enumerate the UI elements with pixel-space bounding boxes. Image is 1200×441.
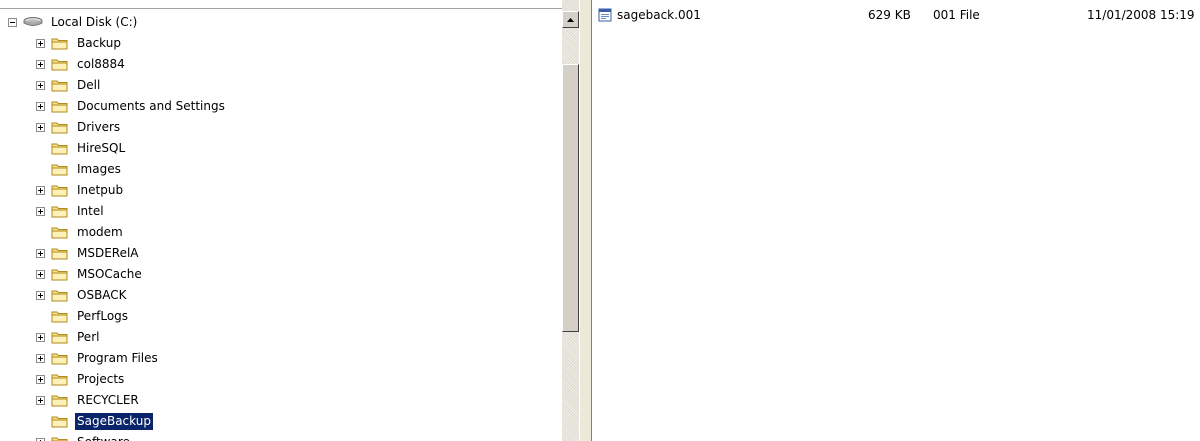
tree-item-modem[interactable]: modem <box>36 222 125 242</box>
tree-item-label: modem <box>77 224 123 239</box>
tree-item-msocache[interactable]: MSOCache <box>36 264 144 284</box>
expand-toggle-icon[interactable] <box>36 437 45 441</box>
tree-item-label: Drivers <box>77 119 121 134</box>
expand-toggle-icon[interactable] <box>36 332 45 342</box>
folder-icon <box>51 80 68 91</box>
tree-item-label: MSDERelA <box>77 245 139 260</box>
folder-icon <box>51 311 68 322</box>
folder-icon <box>51 185 68 196</box>
folder-icon <box>51 437 68 441</box>
tree-item-label: Intel <box>77 203 104 218</box>
tree-item-label: Software <box>75 434 132 441</box>
expand-toggle-icon[interactable] <box>36 395 45 405</box>
expand-toggle-icon[interactable] <box>36 206 45 216</box>
tree-item-drivers[interactable]: Drivers <box>36 117 122 137</box>
folder-icon <box>51 248 68 259</box>
expand-toggle-icon[interactable] <box>36 38 45 48</box>
expand-toggle-icon[interactable] <box>36 374 45 384</box>
collapse-toggle-icon[interactable] <box>8 17 17 27</box>
file-modified: 11/01/2008 15:19 <box>1087 8 1195 22</box>
expand-toggle-icon[interactable] <box>36 290 45 300</box>
folder-tree[interactable]: Local Disk (C:) Backup col8884 Dell Documen… <box>0 0 562 441</box>
tree-item-osback[interactable]: OSBACK <box>36 285 129 305</box>
file-row[interactable]: sageback.001 629 KB 001 File 11/01/2008 … <box>592 6 1200 24</box>
tree-item-msderela[interactable]: MSDERelA <box>36 243 141 263</box>
tree-item-sagebackup[interactable]: SageBackup <box>36 411 154 431</box>
tree-item-label: Local Disk (C:) <box>51 14 138 29</box>
tree-item-label: Dell <box>77 77 101 92</box>
scroll-up-button[interactable] <box>562 11 579 28</box>
tree-item-label: Program Files <box>77 350 158 365</box>
tree-item-label: Documents and Settings <box>77 98 225 113</box>
tree-item-intel[interactable]: Intel <box>36 201 106 221</box>
tree-item-label: HireSQL <box>77 140 126 155</box>
folder-icon <box>51 227 68 238</box>
scroll-up-arrow-icon <box>567 17 574 22</box>
folder-icon <box>51 395 68 406</box>
file-type: 001 File <box>933 8 980 22</box>
file-list[interactable]: sageback.001 629 KB 001 File 11/01/2008 … <box>592 0 1200 441</box>
folder-icon <box>51 332 68 343</box>
tree-item-label: OSBACK <box>77 287 127 302</box>
tree-item-label: col8884 <box>77 56 125 71</box>
tree-item-inetpub[interactable]: Inetpub <box>36 180 125 200</box>
tree-item-projects[interactable]: Projects <box>36 369 126 389</box>
expand-toggle-icon[interactable] <box>36 59 45 69</box>
tree-item-local-disk[interactable]: Local Disk (C:) <box>8 12 139 32</box>
tree-item-col8884[interactable]: col8884 <box>36 54 127 74</box>
tree-item-hiresql[interactable]: HireSQL <box>36 138 127 158</box>
folder-icon <box>51 269 68 280</box>
expand-toggle-icon[interactable] <box>36 80 45 90</box>
tree-item-label: MSOCache <box>77 266 142 281</box>
tree-item-backup[interactable]: Backup <box>36 33 123 53</box>
folder-icon <box>51 59 68 70</box>
folder-icon <box>51 416 68 427</box>
expand-toggle-icon[interactable] <box>36 185 45 195</box>
tree-item-software[interactable]: Software <box>36 432 132 441</box>
expand-toggle-icon[interactable] <box>36 101 45 111</box>
folder-icon <box>51 122 68 133</box>
tree-item-label: RECYCLER <box>77 392 139 407</box>
tree-item-label: Perl <box>77 329 100 344</box>
pane-splitter[interactable] <box>579 0 592 441</box>
file-name: sageback.001 <box>617 8 701 22</box>
expand-toggle-icon[interactable] <box>36 122 45 132</box>
tree-item-label: Backup <box>77 35 121 50</box>
folder-icon <box>51 164 68 175</box>
tree-item-label: Images <box>77 161 121 176</box>
folder-icon <box>51 101 68 112</box>
scrollbar-thumb[interactable] <box>562 64 579 332</box>
folder-icon <box>51 143 68 154</box>
tree-item-images[interactable]: Images <box>36 159 123 179</box>
folder-icon <box>51 206 68 217</box>
tree-item-dell[interactable]: Dell <box>36 75 102 95</box>
tree-item-program-files[interactable]: Program Files <box>36 348 160 368</box>
file-icon <box>598 8 612 22</box>
folder-icon <box>51 353 68 364</box>
expand-toggle-icon[interactable] <box>36 269 45 279</box>
tree-item-documents-and-settings[interactable]: Documents and Settings <box>36 96 227 116</box>
tree-item-label: Projects <box>77 371 125 386</box>
file-size: 629 KB <box>868 8 911 22</box>
expand-toggle-icon[interactable] <box>36 248 45 258</box>
tree-vertical-scrollbar[interactable] <box>562 0 579 441</box>
expand-toggle-icon[interactable] <box>36 353 45 363</box>
tree-item-label: Inetpub <box>77 182 124 197</box>
tree-item-label: SageBackup <box>74 411 154 431</box>
tree-item-recycler[interactable]: RECYCLER <box>36 390 141 410</box>
folder-icon <box>51 290 68 301</box>
tree-item-perl[interactable]: Perl <box>36 327 101 347</box>
tree-item-perflogs[interactable]: PerfLogs <box>36 306 130 326</box>
tree-top-border <box>0 8 562 9</box>
hard-drive-icon <box>23 17 43 26</box>
folder-icon <box>51 374 68 385</box>
tree-item-label: PerfLogs <box>77 308 129 323</box>
folder-icon <box>51 38 68 49</box>
